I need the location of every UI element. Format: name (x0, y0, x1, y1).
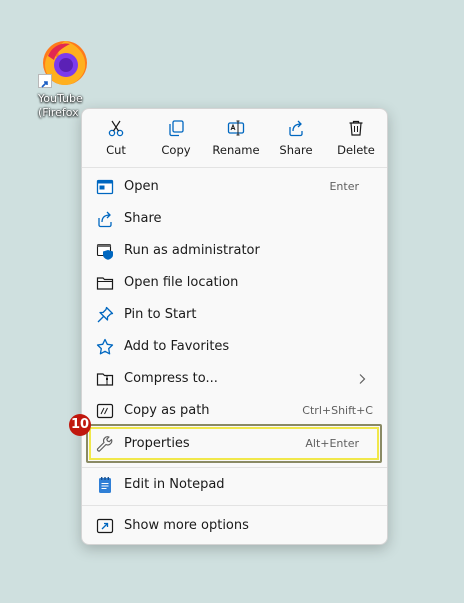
share-button[interactable]: Share (266, 115, 326, 165)
admin-shield-icon (96, 243, 113, 260)
context-menu: Cut Copy Rename Share Delete Open Enter … (81, 108, 388, 545)
menu-divider (82, 467, 387, 468)
copy-icon (169, 120, 184, 137)
menu-item-run-as-administrator[interactable]: Run as administrator (88, 236, 381, 266)
folder-icon (96, 277, 114, 290)
delete-button[interactable]: Delete (326, 115, 386, 165)
step-badge: 10 (69, 414, 91, 436)
rename-icon (227, 120, 245, 136)
compress-folder-icon (96, 373, 114, 386)
copy-button[interactable]: Copy (146, 115, 206, 165)
share-icon (289, 120, 303, 137)
more-options-icon (96, 518, 114, 534)
share-icon (98, 211, 112, 228)
menu-item-pin-to-start[interactable]: Pin to Start (88, 300, 381, 330)
chevron-right-icon (359, 374, 366, 384)
properties-highlight (86, 424, 382, 463)
menu-item-open-file-location[interactable]: Open file location (88, 268, 381, 298)
menu-item-add-to-favorites[interactable]: Add to Favorites (88, 332, 381, 362)
scissors-icon (108, 120, 124, 137)
cut-button[interactable]: Cut (86, 115, 146, 165)
notepad-icon (99, 477, 111, 493)
menu-item-copy-as-path[interactable]: Copy as path Ctrl+Shift+C (88, 396, 381, 426)
copy-path-icon (96, 403, 114, 419)
menu-item-share[interactable]: Share (88, 204, 381, 234)
menu-divider (82, 505, 387, 506)
menu-item-show-more-options[interactable]: Show more options (88, 511, 381, 541)
context-toolbar: Cut Copy Rename Share Delete (82, 109, 387, 167)
pin-icon (97, 306, 114, 323)
star-icon (96, 338, 114, 355)
rename-button[interactable]: Rename (206, 115, 266, 165)
shortcut-arrow-icon (38, 74, 52, 88)
menu-divider (82, 167, 387, 168)
open-app-icon (96, 179, 114, 195)
trash-icon (349, 120, 363, 136)
menu-item-open[interactable]: Open Enter (88, 172, 381, 202)
menu-item-edit-in-notepad[interactable]: Edit in Notepad (88, 470, 381, 500)
menu-item-compress-to[interactable]: Compress to... (88, 364, 381, 394)
